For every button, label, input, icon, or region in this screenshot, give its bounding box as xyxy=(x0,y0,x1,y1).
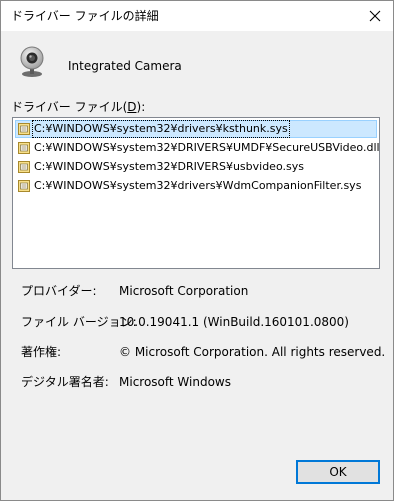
digital-signer-value: Microsoft Windows xyxy=(119,375,231,389)
driver-files-label-suffix: ): xyxy=(136,100,146,114)
driver-file-path: C:¥WINDOWS¥system32¥DRIVERS¥UMDF¥SecureU… xyxy=(34,141,380,154)
driver-files-label: ドライバー ファイル(D): xyxy=(11,100,145,114)
webcam-icon xyxy=(20,46,44,77)
list-item[interactable]: C:¥WINDOWS¥system32¥DRIVERS¥UMDF¥SecureU… xyxy=(17,139,380,157)
digital-signer-label: デジタル署名者: xyxy=(21,375,109,389)
driver-file-icon xyxy=(18,161,30,173)
list-item[interactable]: C:¥WINDOWS¥system32¥drivers¥WdmCompanion… xyxy=(17,177,362,195)
driver-file-path: C:¥WINDOWS¥system32¥drivers¥WdmCompanion… xyxy=(34,179,362,192)
device-name: Integrated Camera xyxy=(68,59,182,73)
list-item[interactable]: C:¥WINDOWS¥system32¥DRIVERS¥usbvideo.sys xyxy=(17,158,305,176)
copyright-value: © Microsoft Corporation. All rights rese… xyxy=(119,345,386,359)
close-icon xyxy=(369,10,381,22)
driver-file-icon xyxy=(18,142,30,154)
provider-value: Microsoft Corporation xyxy=(119,284,249,298)
ok-button[interactable]: OK xyxy=(296,460,380,484)
driver-files-label-prefix: ドライバー ファイル( xyxy=(11,100,128,114)
driver-file-icon xyxy=(18,180,30,192)
driver-file-path: C:¥WINDOWS¥system32¥drivers¥ksthunk.sys xyxy=(32,120,290,138)
driver-files-list[interactable]: C:¥WINDOWS¥system32¥drivers¥ksthunk.sys … xyxy=(12,117,380,269)
driver-file-icon xyxy=(18,123,30,135)
copyright-label: 著作権: xyxy=(21,345,62,359)
driver-file-details-dialog: ドライバー ファイルの詳細 Integrated Camera ドライバー ファ… xyxy=(0,0,394,501)
close-button[interactable] xyxy=(357,1,393,31)
list-item[interactable]: C:¥WINDOWS¥system32¥drivers¥ksthunk.sys xyxy=(17,120,290,138)
file-version-value: 10.0.19041.1 (WinBuild.160101.0800) xyxy=(119,315,349,329)
driver-files-label-accesskey: D xyxy=(127,100,137,114)
driver-file-path: C:¥WINDOWS¥system32¥DRIVERS¥usbvideo.sys xyxy=(34,160,304,173)
provider-label: プロバイダー: xyxy=(21,284,97,298)
window-title: ドライバー ファイルの詳細 xyxy=(11,9,159,23)
title-bar: ドライバー ファイルの詳細 xyxy=(1,1,393,31)
